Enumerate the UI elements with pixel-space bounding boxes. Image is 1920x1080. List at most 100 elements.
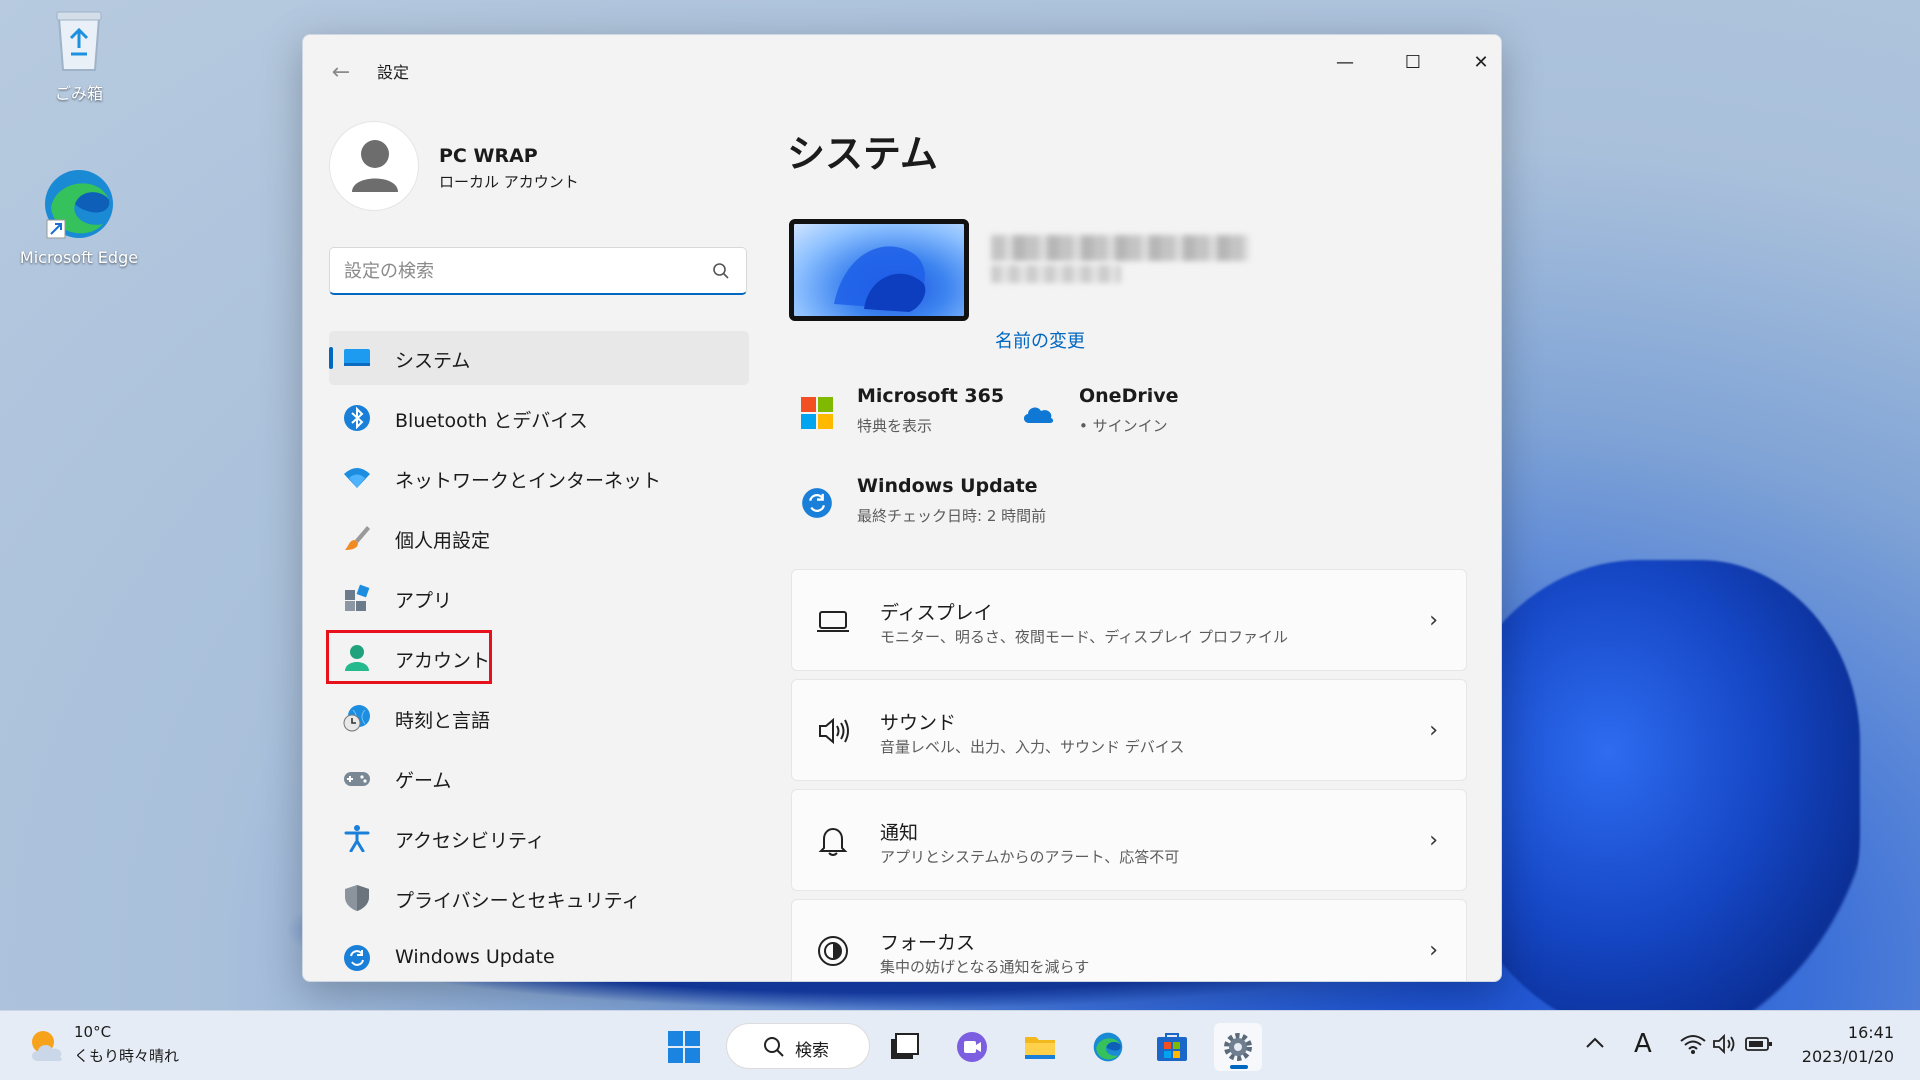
recycle-bin-icon [56, 11, 102, 71]
sidebar-item-label: Windows Update [395, 946, 555, 968]
settings-search[interactable] [329, 247, 747, 295]
desktop-edge[interactable]: Microsoft Edge [14, 166, 144, 267]
sidebar-item-apps[interactable]: アプリ [329, 571, 749, 625]
start-button[interactable] [660, 1023, 708, 1071]
wifi-icon [1680, 1035, 1706, 1054]
card-subtitle: 音量レベル、出力、入力、サウンド デバイス [880, 738, 1185, 756]
sidebar-item-system[interactable]: システム [329, 331, 749, 385]
brush-icon [345, 526, 370, 550]
windows-update-tile[interactable]: Windows Update 最終チェック日時: 2 時間前 [797, 473, 1117, 533]
sidebar-item-label: ネットワークとインターネット [395, 470, 662, 492]
device-model-redacted [991, 265, 1121, 283]
sidebar-item-privacy[interactable]: プライバシーとセキュリティ [329, 871, 749, 925]
sidebar-item-accounts[interactable]: アカウント [329, 631, 749, 685]
window-title: 設定 [377, 63, 410, 82]
task-view-button[interactable] [880, 1023, 928, 1071]
search-input[interactable] [344, 258, 704, 284]
taskbar-search[interactable]: 検索 [726, 1023, 870, 1069]
back-button[interactable]: ← [325, 57, 357, 89]
onedrive-title: OneDrive [1079, 385, 1179, 407]
onedrive-tile[interactable]: OneDrive • サインイン [1021, 383, 1241, 443]
sidebar-item-time-language[interactable]: 時刻と言語 [329, 691, 749, 745]
card-title: フォーカス [880, 932, 976, 954]
onedrive-subtitle: • サインイン [1079, 417, 1168, 435]
recycle-bin-label: ごみ箱 [54, 84, 103, 103]
settings-cards: ディスプレイ モニター、明るさ、夜間モード、ディスプレイ プロファイル › サウ… [791, 569, 1467, 981]
sidebar-item-label: アクセシビリティ [395, 830, 545, 852]
microsoft-365-tile[interactable]: Microsoft 365 特典を表示 [797, 383, 1017, 443]
shield-icon [345, 885, 369, 911]
quick-settings-button[interactable] [1680, 1033, 1773, 1067]
store-button[interactable] [1148, 1023, 1196, 1071]
desktop-recycle-bin[interactable]: ごみ箱 [14, 8, 144, 104]
task-view-icon [891, 1033, 919, 1059]
bloom-thumbnail-icon [834, 246, 926, 312]
chevron-right-icon: › [1429, 938, 1438, 963]
sidebar-item-label: ゲーム [395, 770, 452, 792]
device-wallpaper-thumbnail [789, 219, 969, 321]
teams-chat-button[interactable] [948, 1023, 996, 1071]
card-subtitle: モニター、明るさ、夜間モード、ディスプレイ プロファイル [880, 628, 1288, 646]
card-title: 通知 [880, 822, 919, 844]
sidebar-item-personalization[interactable]: 個人用設定 [329, 511, 749, 565]
card-sound[interactable]: サウンド 音量レベル、出力、入力、サウンド デバイス › [791, 679, 1467, 781]
title-bar: ← 設定 — ☐ ✕ [303, 35, 1501, 105]
apps-icon [345, 584, 370, 611]
bell-icon [818, 827, 848, 856]
wallpaper-bloom [1440, 560, 1860, 1040]
monitor-icon [344, 349, 370, 366]
card-notifications[interactable]: 通知 アプリとシステムからのアラート、応答不可 › [791, 789, 1467, 891]
card-subtitle: 集中の妨げとなる通知を減らす [880, 958, 1090, 976]
sidebar-item-label: Bluetooth とデバイス [395, 410, 588, 432]
card-title: ディスプレイ [880, 602, 993, 624]
wifi-icon [344, 468, 370, 488]
ime-indicator[interactable]: A [1634, 1029, 1652, 1063]
gamepad-icon [344, 772, 370, 786]
sidebar-item-accessibility[interactable]: アクセシビリティ [329, 811, 749, 865]
person-icon [345, 645, 369, 671]
refresh-icon [802, 488, 832, 518]
card-focus[interactable]: フォーカス 集中の妨げとなる通知を減らす › [791, 899, 1467, 981]
edge-icon [45, 170, 113, 239]
sidebar-item-windows-update[interactable]: Windows Update [329, 931, 749, 981]
focus-icon [818, 936, 848, 966]
profile-name: PC WRAP [439, 145, 538, 167]
accessibility-icon [344, 825, 370, 852]
weather-condition: くもり時々晴れ [74, 1047, 180, 1065]
card-display[interactable]: ディスプレイ モニター、明るさ、夜間モード、ディスプレイ プロファイル › [791, 569, 1467, 671]
sidebar-item-network[interactable]: ネットワークとインターネット [329, 451, 749, 505]
sidebar-item-label: 個人用設定 [395, 530, 491, 552]
search-icon [713, 263, 729, 279]
chevron-right-icon: › [1429, 828, 1438, 853]
edge-label: Microsoft Edge [19, 248, 139, 267]
sidebar-item-bluetooth[interactable]: Bluetooth とデバイス [329, 391, 749, 445]
profile-account-type: ローカル アカウント [439, 173, 579, 191]
volume-icon [1713, 1033, 1735, 1055]
clock-date: 2023/01/20 [1801, 1047, 1894, 1066]
weather-widget[interactable]: 10°C くもり時々晴れ [28, 1023, 218, 1069]
edge-taskbar-button[interactable] [1084, 1023, 1132, 1071]
system-clock[interactable]: 16:41 2023/01/20 [1802, 1021, 1894, 1069]
clock-time: 16:41 [1847, 1023, 1894, 1042]
bluetooth-icon [344, 405, 370, 431]
m365-title: Microsoft 365 [857, 385, 1005, 407]
device-name-redacted [991, 235, 1249, 261]
chat-icon [957, 1032, 987, 1062]
rename-link[interactable]: 名前の変更 [995, 327, 1085, 353]
settings-taskbar-button[interactable] [1214, 1023, 1262, 1071]
file-explorer-button[interactable] [1016, 1023, 1064, 1071]
user-profile[interactable]: PC WRAP ローカル アカウント [329, 121, 709, 211]
battery-icon [1744, 1037, 1772, 1051]
windows-update-subtitle: 最終チェック日時: 2 時間前 [857, 507, 1047, 525]
show-hidden-icons-button[interactable] [1584, 1027, 1606, 1061]
close-button[interactable]: ✕ [1451, 43, 1501, 83]
folder-icon [1025, 1037, 1055, 1059]
sidebar-nav: システム Bluetooth とデバイス ネットワークとインターネット 個人用設… [329, 331, 749, 981]
minimize-button[interactable]: — [1315, 43, 1375, 83]
sidebar-item-label: 時刻と言語 [395, 710, 491, 732]
sidebar-item-gaming[interactable]: ゲーム [329, 751, 749, 805]
chevron-right-icon: › [1429, 718, 1438, 743]
taskbar-search-label: 検索 [795, 1041, 829, 1061]
speaker-icon [819, 717, 849, 745]
maximize-button[interactable]: ☐ [1383, 43, 1443, 83]
